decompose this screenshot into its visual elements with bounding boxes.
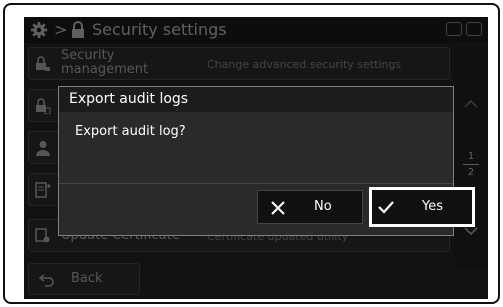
camera-screen: > Security settings Security management … <box>24 17 488 299</box>
checkmark-icon <box>378 201 394 214</box>
dialog-title: Export audit logs <box>69 91 189 107</box>
yes-button[interactable]: Yes <box>369 187 475 227</box>
dialog-divider <box>59 183 453 184</box>
yes-label: Yes <box>422 199 443 214</box>
dialog-message: Export audit log? <box>75 124 186 139</box>
no-label: No <box>314 199 332 214</box>
dialog-title-bar: Export audit logs <box>59 87 453 112</box>
close-icon <box>271 201 285 215</box>
no-button[interactable]: No <box>257 190 363 224</box>
export-audit-dialog: Export audit logs Export audit log? No Y… <box>58 86 475 236</box>
